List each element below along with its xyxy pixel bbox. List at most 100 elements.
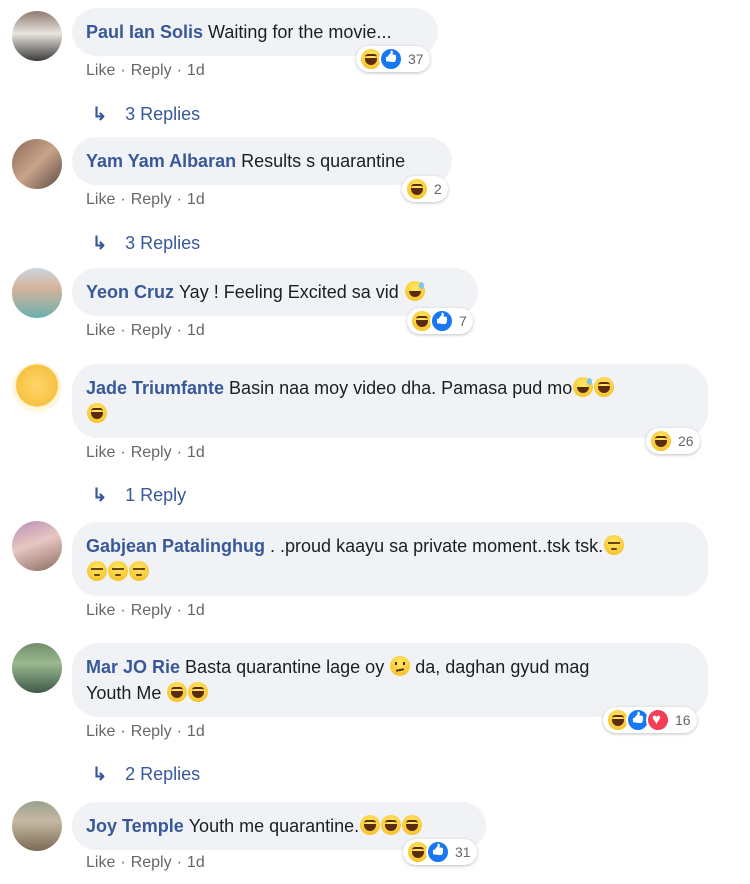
reply-arrow-icon: ↳: [92, 233, 108, 253]
pensive-emoji: [108, 561, 128, 581]
comment-time[interactable]: 1d: [187, 723, 205, 741]
reaction-summary[interactable]: 16: [603, 707, 697, 733]
comment-author[interactable]: Joy Temple: [86, 816, 184, 836]
reply-link[interactable]: Reply: [131, 723, 172, 741]
laughing-emoji: [402, 815, 423, 835]
laughing-emoji: [360, 815, 381, 835]
reply-link[interactable]: Reply: [131, 602, 172, 620]
like-icon: [426, 840, 450, 864]
reaction-summary[interactable]: 26: [646, 428, 700, 454]
comment-text: Yay ! Feeling Excited sa vid: [179, 282, 399, 302]
comment-time[interactable]: 1d: [187, 602, 205, 620]
replies-label[interactable]: 1 Reply: [125, 485, 186, 506]
avatar[interactable]: [12, 139, 62, 189]
reaction-count: 16: [675, 712, 691, 728]
like-icon: [430, 309, 454, 333]
reply-link[interactable]: Reply: [131, 62, 172, 80]
reply-link[interactable]: Reply: [131, 444, 172, 462]
separator: ·: [176, 444, 182, 461]
reaction-count: 31: [455, 844, 471, 860]
reaction-count: 7: [459, 313, 467, 329]
comment-text: da, daghan gyud mag: [415, 657, 590, 677]
comment-time[interactable]: 1d: [187, 62, 205, 80]
reply-link[interactable]: Reply: [131, 322, 172, 340]
avatar[interactable]: [12, 801, 62, 851]
pensive-emoji: [87, 561, 107, 581]
reply-link[interactable]: Reply: [131, 191, 172, 209]
reaction-summary[interactable]: 2: [402, 176, 448, 202]
comment-actions: Like · Reply · 1d: [86, 602, 205, 620]
like-link[interactable]: Like: [86, 191, 115, 209]
separator: ·: [176, 723, 182, 740]
separator: ·: [120, 854, 126, 871]
grinning-sweat-emoji: [404, 281, 425, 301]
reply-arrow-icon: ↳: [92, 764, 108, 784]
separator: ·: [120, 444, 126, 461]
avatar[interactable]: [12, 643, 62, 693]
avatar[interactable]: [12, 363, 62, 413]
comment-time[interactable]: 1d: [187, 191, 205, 209]
separator: ·: [120, 62, 126, 79]
view-replies[interactable]: ↳ 1 Reply: [92, 485, 186, 506]
replies-label[interactable]: 3 Replies: [125, 104, 200, 125]
confused-emoji: [390, 656, 411, 676]
laughing-emoji: [167, 682, 188, 702]
avatar[interactable]: [12, 11, 62, 61]
separator: ·: [120, 322, 126, 339]
pensive-emoji: [129, 561, 149, 581]
comment-author[interactable]: Paul Ian Solis: [86, 22, 203, 42]
view-replies[interactable]: ↳ 2 Replies: [92, 764, 200, 785]
separator: ·: [120, 191, 126, 208]
comment-text: Results s quarantine: [241, 151, 406, 171]
like-link[interactable]: Like: [86, 723, 115, 741]
comment-bubble: Mar JO Rie Basta quarantine lage oy da, d…: [72, 643, 708, 717]
laughing-emoji: [87, 403, 107, 423]
comment-time[interactable]: 1d: [187, 322, 205, 340]
comment-bubble: Yam Yam Albaran Results s quarantine: [72, 137, 452, 185]
comment-author[interactable]: Gabjean Patalinghug: [86, 536, 265, 556]
haha-icon: [405, 177, 429, 201]
reply-link[interactable]: Reply: [131, 854, 172, 872]
separator: ·: [120, 723, 126, 740]
grinning-sweat-emoji: [573, 377, 594, 397]
like-link[interactable]: Like: [86, 62, 115, 80]
comment-actions: Like · Reply · 1d: [86, 854, 205, 872]
separator: ·: [176, 854, 182, 871]
comment-actions: Like · Reply · 1d: [86, 62, 205, 80]
separator: ·: [120, 602, 126, 619]
laughing-emoji: [188, 682, 209, 702]
comment-time[interactable]: 1d: [187, 444, 205, 462]
reaction-summary[interactable]: 31: [403, 839, 477, 865]
comment-actions: Like · Reply · 1d: [86, 322, 205, 340]
like-link[interactable]: Like: [86, 322, 115, 340]
comment-author[interactable]: Jade Triumfante: [86, 378, 224, 398]
like-link[interactable]: Like: [86, 602, 115, 620]
view-replies[interactable]: ↳ 3 Replies: [92, 104, 200, 125]
replies-label[interactable]: 2 Replies: [125, 764, 200, 785]
avatar[interactable]: [12, 521, 62, 571]
like-icon: [379, 47, 403, 71]
separator: ·: [176, 602, 182, 619]
view-replies[interactable]: ↳ 3 Replies: [92, 233, 200, 254]
like-link[interactable]: Like: [86, 854, 115, 872]
comment-actions: Like · Reply · 1d: [86, 191, 205, 209]
replies-label[interactable]: 3 Replies: [125, 233, 200, 254]
comment-text: Youth Me: [86, 683, 162, 703]
comment-text: . .proud kaayu sa private moment..tsk ts…: [270, 536, 604, 556]
comment-text: Youth me quarantine.: [188, 816, 360, 836]
like-link[interactable]: Like: [86, 444, 115, 462]
reaction-summary[interactable]: 37: [356, 46, 430, 72]
reaction-count: 2: [434, 181, 442, 197]
laughing-emoji: [381, 815, 402, 835]
comment-text: Basin naa moy video dha. Pamasa pud mo: [229, 378, 573, 398]
comment-actions: Like · Reply · 1d: [86, 723, 205, 741]
avatar[interactable]: [12, 268, 62, 318]
laughing-emoji: [594, 377, 615, 397]
comment-author[interactable]: Yeon Cruz: [86, 282, 174, 302]
comment-bubble: Gabjean Patalinghug. .proud kaayu sa pri…: [72, 522, 708, 596]
comment-author[interactable]: Mar JO Rie: [86, 657, 180, 677]
reaction-summary[interactable]: 7: [407, 308, 473, 334]
comment-author[interactable]: Yam Yam Albaran: [86, 151, 236, 171]
reply-arrow-icon: ↳: [92, 485, 108, 505]
comment-time[interactable]: 1d: [187, 854, 205, 872]
